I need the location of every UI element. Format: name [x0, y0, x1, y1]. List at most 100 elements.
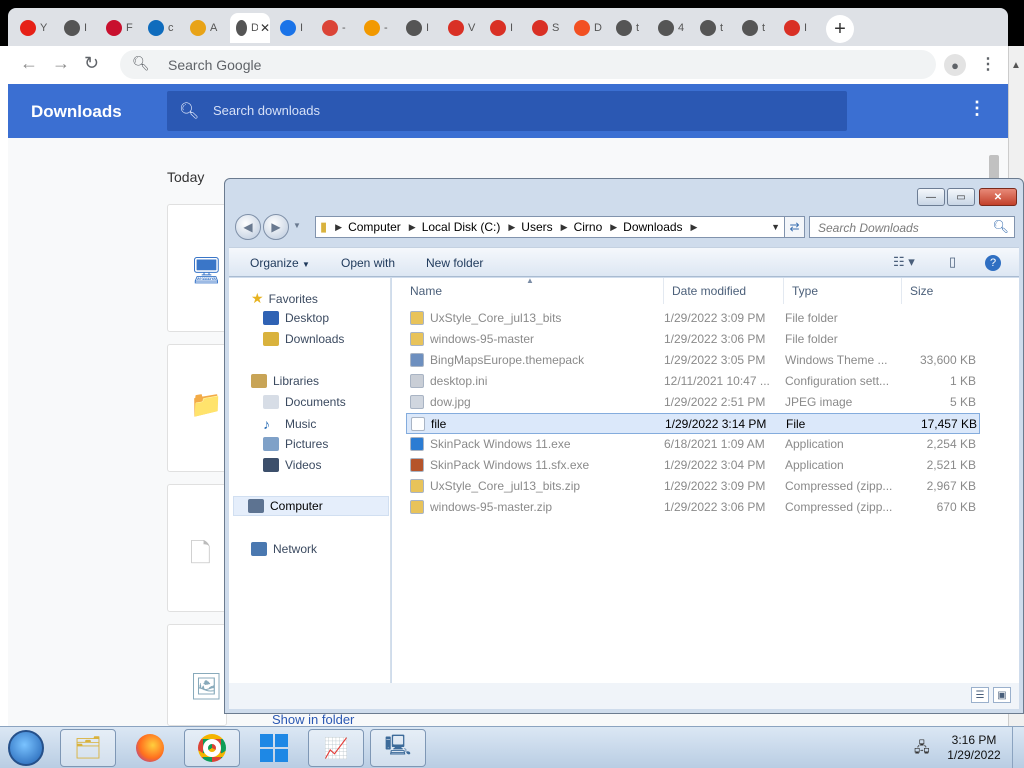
file-row[interactable]: desktop.ini 12/11/2021 10:47 ... Configura… — [406, 371, 980, 392]
file-row[interactable]: BingMapsEurope.themepack 1/29/2022 3:05 P… — [406, 350, 980, 371]
explorer-search-box[interactable]: Search Downloads 🔍︎ — [809, 216, 1015, 238]
browser-tab[interactable]: V — [442, 13, 482, 43]
browser-tab[interactable]: I — [274, 13, 314, 43]
file-row[interactable]: file 1/29/2022 3:14 PM File 17,457 KB — [406, 413, 980, 434]
scroll-up-arrow-icon[interactable]: ▲ — [1011, 60, 1021, 71]
download-card[interactable]: 🖼 — [167, 624, 227, 726]
back-arrow-icon[interactable]: ← — [20, 53, 38, 74]
breadcrumb-arrow-icon[interactable]: ▶ — [691, 222, 698, 233]
minimize-button[interactable]: — — [917, 188, 945, 206]
open-with-button[interactable]: Open with — [341, 256, 395, 270]
download-card[interactable]: 📁 — [167, 344, 227, 472]
downloads-folder-icon — [263, 332, 279, 346]
preview-pane-icon[interactable]: ▯ — [949, 254, 956, 270]
nav-computer[interactable]: Computer — [233, 496, 389, 516]
close-tab-icon[interactable]: ✕ — [260, 21, 270, 35]
forward-arrow-icon[interactable]: → — [52, 53, 70, 74]
back-button[interactable]: ◀ — [235, 214, 261, 240]
firefox-taskbar-icon[interactable] — [122, 729, 178, 767]
breadcrumb-local-disk[interactable]: Local Disk (C:) — [422, 220, 501, 234]
nav-pictures[interactable]: Pictures — [263, 437, 328, 451]
nav-documents[interactable]: Documents — [263, 395, 346, 409]
explorer-address-bar[interactable]: ▮ ▶ Computer ▶ Local Disk (C:) ▶ Users ▶… — [315, 216, 785, 238]
browser-tab[interactable]: I — [400, 13, 440, 43]
details-view-icon[interactable]: ☰ — [971, 687, 989, 703]
clock[interactable]: 3:16 PM 1/29/2022 — [944, 733, 1004, 763]
browser-tab[interactable]: D ✕ — [230, 13, 270, 43]
new-folder-button[interactable]: New folder — [426, 256, 483, 270]
file-row[interactable]: UxStyle_Core_jul13_bits.zip 1/29/2022 3:0… — [406, 476, 980, 497]
new-tab-button[interactable]: + — [826, 15, 854, 43]
breadcrumb-arrow-icon[interactable]: ▶ — [508, 222, 515, 233]
file-row[interactable]: windows-95-master 1/29/2022 3:06 PM File f… — [406, 329, 980, 350]
start-button[interactable] — [8, 730, 44, 766]
nav-favorites[interactable]: ★ Favorites — [251, 290, 318, 307]
forward-button[interactable]: ▶ — [263, 214, 289, 240]
help-icon[interactable]: ? — [985, 255, 1001, 271]
nav-libraries[interactable]: Libraries — [251, 374, 319, 388]
browser-tab[interactable]: t — [736, 13, 776, 43]
downloads-search-box[interactable]: 🔍︎ Search downloads — [167, 91, 847, 131]
change-view-icon[interactable]: ☷ ▾ — [893, 254, 915, 270]
download-card[interactable]: 🗋 — [167, 484, 227, 612]
breadcrumb-cirno[interactable]: Cirno — [574, 220, 603, 234]
breadcrumb-arrow-icon[interactable]: ▶ — [610, 222, 617, 233]
nav-desktop[interactable]: Desktop — [263, 311, 329, 325]
browser-tab[interactable]: t — [610, 13, 650, 43]
browser-tab[interactable]: F — [100, 13, 140, 43]
breadcrumb-users[interactable]: Users — [521, 220, 552, 234]
column-type[interactable]: Type — [784, 278, 902, 304]
organize-menu[interactable]: Organize ▼ — [250, 256, 310, 270]
show-in-folder-link[interactable]: Show in folder — [272, 712, 354, 727]
breadcrumb-computer[interactable]: Computer — [348, 220, 401, 234]
browser-tab[interactable]: 4 — [652, 13, 692, 43]
file-row[interactable]: SkinPack Windows 11.sfx.exe 1/29/2022 3:0… — [406, 455, 980, 476]
download-card[interactable]: 🖥 — [167, 204, 227, 332]
nav-network[interactable]: Network — [251, 542, 317, 556]
browser-tab[interactable]: D — [568, 13, 608, 43]
file-row[interactable]: windows-95-master.zip 1/29/2022 3:06 PM Co… — [406, 497, 980, 518]
browser-tab[interactable]: I — [778, 13, 818, 43]
task-manager-taskbar-icon[interactable]: 📈 — [308, 729, 364, 767]
more-actions-icon[interactable]: ⋮ — [968, 98, 986, 119]
close-button[interactable]: ✕ — [979, 188, 1017, 206]
browser-tab[interactable]: c — [142, 13, 182, 43]
chrome-taskbar-icon[interactable] — [184, 729, 240, 767]
browser-tab[interactable]: A — [184, 13, 224, 43]
recent-pages-dropdown-icon[interactable]: ▼ — [293, 221, 301, 230]
explorer-title-bar[interactable]: — ▭ ✕ — [225, 179, 1023, 211]
profile-avatar-icon[interactable]: ● — [944, 54, 966, 76]
browser-tab[interactable]: S — [526, 13, 566, 43]
nav-downloads[interactable]: Downloads — [263, 332, 344, 346]
browser-tab[interactable]: I — [58, 13, 98, 43]
control-panel-taskbar-icon[interactable]: 🖳 — [370, 729, 426, 767]
network-tray-icon[interactable]: 🖧 — [914, 737, 930, 761]
file-row[interactable]: dow.jpg 1/29/2022 2:51 PM JPEG image 5 KB — [406, 392, 980, 413]
browser-tab[interactable]: - — [358, 13, 398, 43]
column-date-modified[interactable]: Date modified — [664, 278, 784, 304]
show-desktop-button[interactable] — [1012, 727, 1024, 768]
browser-tab[interactable]: - — [316, 13, 356, 43]
file-row[interactable]: SkinPack Windows 11.exe 6/18/2021 1:09 AM… — [406, 434, 980, 455]
nav-videos[interactable]: Videos — [263, 458, 321, 472]
browser-tab[interactable]: I — [484, 13, 524, 43]
address-dropdown-icon[interactable]: ▼ — [771, 222, 780, 232]
breadcrumb-downloads[interactable]: Downloads — [623, 220, 682, 234]
nav-music[interactable]: ♪ Music — [263, 416, 316, 432]
maximize-button[interactable]: ▭ — [947, 188, 975, 206]
reload-icon[interactable]: ↻ — [84, 53, 99, 74]
breadcrumb-arrow-icon[interactable]: ▶ — [335, 222, 342, 233]
address-bar[interactable]: 🔍︎ Search Google — [120, 50, 936, 79]
browser-tab[interactable]: Y — [14, 13, 54, 43]
breadcrumb-arrow-icon[interactable]: ▶ — [409, 222, 416, 233]
breadcrumb-arrow-icon[interactable]: ▶ — [561, 222, 568, 233]
column-size[interactable]: Size — [902, 278, 980, 304]
chrome-menu-icon[interactable]: ⋮ — [980, 54, 996, 74]
windows-tile-taskbar-icon[interactable] — [246, 729, 302, 767]
file-row[interactable]: UxStyle_Core_jul13_bits 1/29/2022 3:09 PM… — [406, 308, 980, 329]
refresh-icon[interactable]: ⇄ — [785, 216, 805, 238]
browser-tab[interactable]: t — [694, 13, 734, 43]
explorer-taskbar-icon[interactable]: 🗂 — [60, 729, 116, 767]
large-icons-view-icon[interactable]: ▣ — [993, 687, 1011, 703]
globe-icon — [700, 20, 716, 36]
